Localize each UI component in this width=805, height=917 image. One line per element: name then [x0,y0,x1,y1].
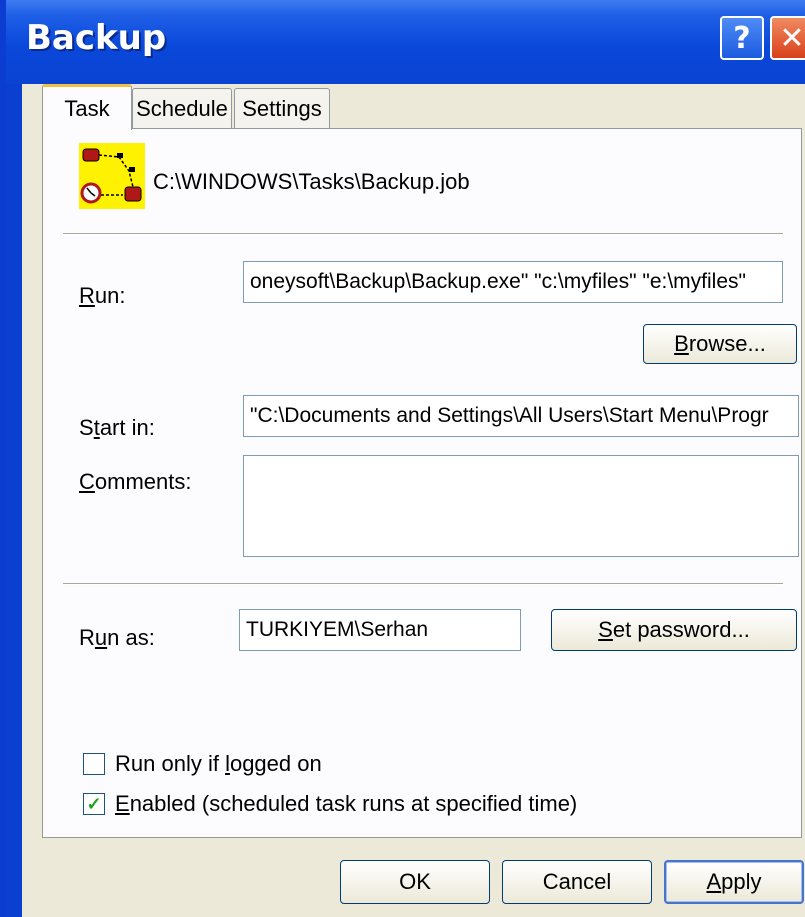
run-input[interactable]: oneysoft\Backup\Backup.exe" "c:\myfiles"… [243,261,783,303]
tab-settings-label: Settings [242,95,322,121]
ok-button-label: OK [399,869,431,894]
apply-button-accelerator: A [706,869,722,894]
title-bar[interactable]: Backup ? ✕ [6,0,805,84]
start-in-input-value: "C:\Documents and Settings\All Users\Sta… [250,404,769,427]
cancel-button-label: Cancel [542,869,612,894]
run-input-value: oneysoft\Backup\Backup.exe" "c:\myfiles"… [250,270,746,293]
comments-label: Comments: [79,469,191,495]
set-password-text: et password... [612,617,750,642]
apply-button[interactable]: Apply [664,860,804,904]
tab-task[interactable]: Task [42,84,132,130]
run-only-logged-on-prefix: Run only if [115,751,226,776]
tab-settings[interactable]: Settings [234,88,330,128]
run-as-label-accelerator: u [94,625,108,650]
run-label-text: un: [94,283,126,308]
run-label: Run: [79,283,125,309]
run-as-input-value: TURKIYEM\Serhan [246,618,429,641]
window-title: Backup [26,18,167,58]
close-icon: ✕ [779,20,805,56]
start-in-label-text: art in: [99,415,155,440]
enabled-label-text: nabled (scheduled task runs at specified… [129,791,578,816]
task-tab-panel: C:\WINDOWS\Tasks\Backup.job Run: oneysof… [42,128,802,838]
top-separator [63,233,783,235]
start-in-label: Start in: [79,415,155,441]
comments-label-text: omments: [94,469,192,494]
set-password-button[interactable]: Set password... [551,609,797,651]
run-only-logged-on-text: ogged on [229,751,322,776]
run-as-label: Run as: [79,625,155,651]
job-file-path: C:\WINDOWS\Tasks\Backup.job [153,169,470,194]
run-label-accelerator: R [79,283,95,308]
cancel-button[interactable]: Cancel [502,860,652,904]
task-scheduler-icon [79,143,145,209]
enabled-label-accelerator: E [115,791,130,816]
enabled-label: Enabled (scheduled task runs at specifie… [115,791,577,817]
tab-schedule-label: Schedule [136,95,228,121]
start-in-label-prefix: S [79,415,94,440]
start-in-input[interactable]: "C:\Documents and Settings\All Users\Sta… [243,395,799,437]
apply-button-text: pply [721,869,762,894]
close-button[interactable]: ✕ [770,16,805,60]
middle-separator [63,583,783,585]
run-as-input[interactable]: TURKIYEM\Serhan [239,609,521,651]
browse-button-accelerator: B [674,331,689,356]
tab-task-label: Task [64,95,110,121]
enabled-checkbox[interactable]: ✓ [83,793,105,815]
backup-dialog-window: Backup ? ✕ Task Schedule Settings C:\WIN… [0,0,805,917]
comments-textarea[interactable] [243,455,799,557]
checkmark-icon: ✓ [86,793,102,814]
comments-label-accelerator: C [79,469,95,494]
browse-button-text: rowse... [688,331,766,356]
dialog-client-area: Task Schedule Settings C:\WINDOWS\Tasks\… [22,84,805,917]
browse-button[interactable]: Browse... [643,324,797,364]
run-as-label-text: n as: [107,625,155,650]
tab-schedule[interactable]: Schedule [132,88,232,128]
help-button[interactable]: ? [720,16,764,60]
run-only-logged-on-checkbox[interactable] [83,753,105,775]
run-as-label-prefix: R [79,625,95,650]
set-password-accelerator: S [598,617,613,642]
help-icon: ? [733,20,751,56]
ok-button[interactable]: OK [340,860,490,904]
run-only-logged-on-label: Run only if logged on [115,751,322,777]
